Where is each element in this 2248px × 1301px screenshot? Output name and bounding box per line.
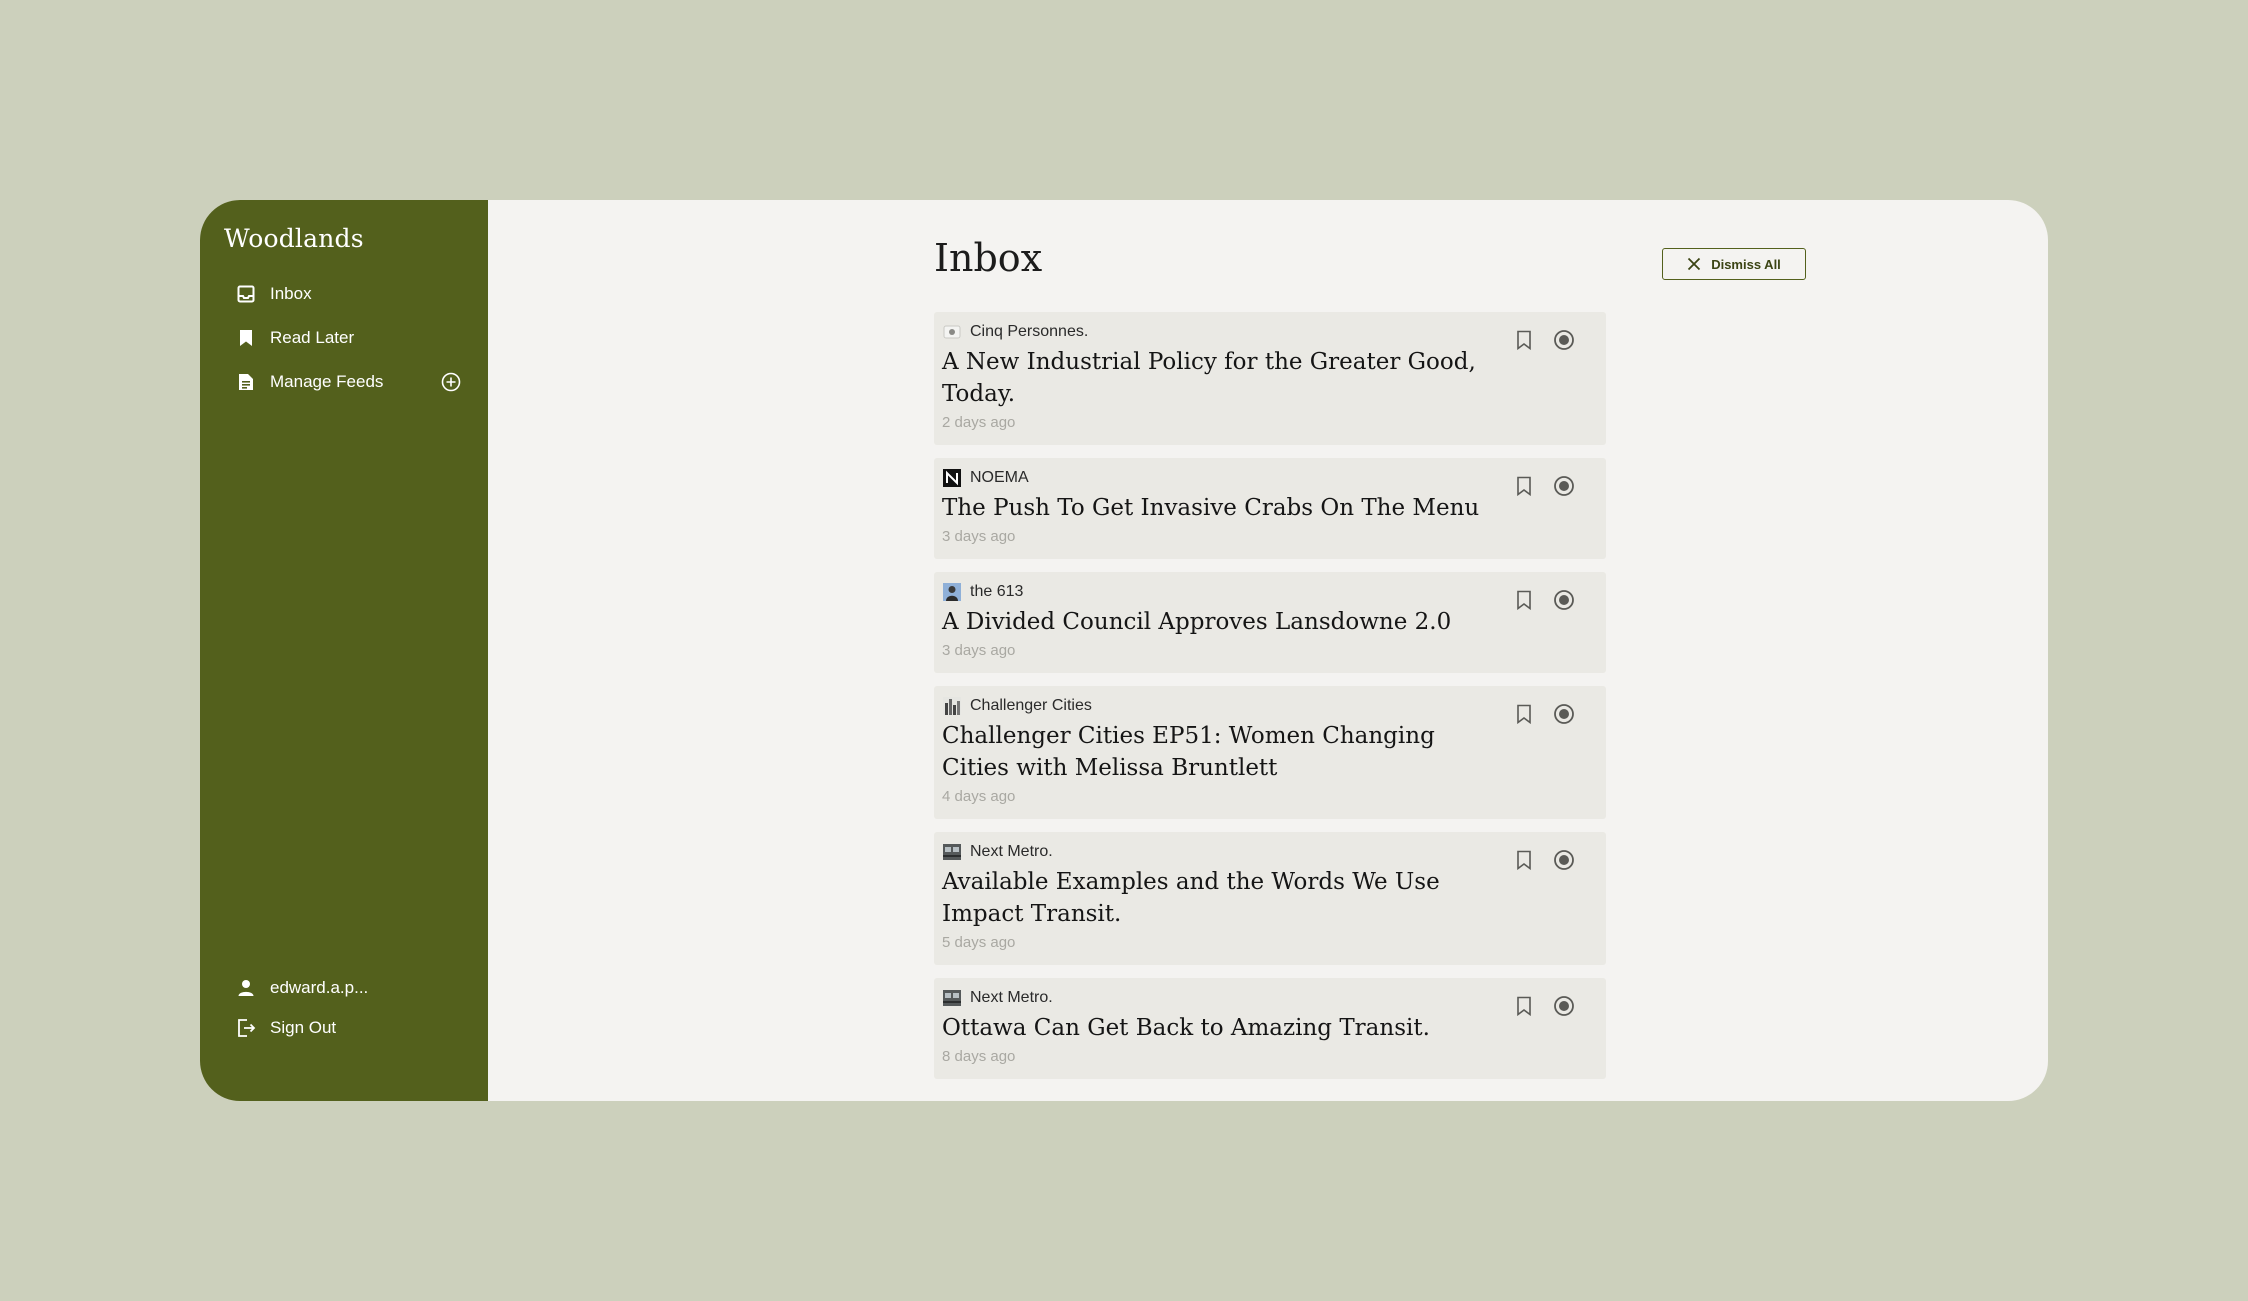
challenger-cities-favicon [942, 697, 962, 715]
mark-read-icon[interactable] [1552, 994, 1576, 1018]
feed-actions [1496, 328, 1576, 352]
page-title: Inbox [934, 236, 1043, 280]
feed-actions [1496, 848, 1576, 872]
sign-out-label: Sign Out [270, 1018, 337, 1037]
feed-title[interactable]: The Push To Get Invasive Crabs On The Me… [942, 492, 1502, 524]
feed-title[interactable]: A Divided Council Approves Lansdowne 2.0 [942, 606, 1502, 638]
document-icon [236, 372, 256, 392]
sidebar-item-label: Read Later [270, 328, 355, 347]
feed-title[interactable]: Available Examples and the Words We Use … [942, 866, 1502, 930]
cinq-personnes-favicon [942, 323, 962, 341]
sign-out-icon [236, 1018, 256, 1038]
sidebar: Woodlands Inbox Read Later Manage Feeds … [200, 200, 488, 1101]
sidebar-nav: Inbox Read Later Manage Feeds [236, 272, 462, 404]
bookmark-icon[interactable] [1512, 994, 1536, 1018]
bookmark-icon[interactable] [1512, 474, 1536, 498]
bookmark-icon[interactable] [1512, 328, 1536, 352]
bookmark-icon[interactable] [1512, 848, 1536, 872]
sidebar-item-label: Inbox [270, 284, 312, 303]
feed-list: Cinq Personnes. A New Industrial Policy … [934, 312, 1606, 1092]
bookmark-icon[interactable] [1512, 702, 1536, 726]
feed-card[interactable]: Challenger Cities Challenger Cities EP51… [934, 686, 1606, 819]
feed-card[interactable]: NOEMA The Push To Get Invasive Crabs On … [934, 458, 1606, 559]
feed-time: 8 days ago [942, 1048, 1016, 1065]
plus-circle-icon[interactable] [440, 371, 462, 393]
feed-actions [1496, 474, 1576, 498]
bookmark-icon[interactable] [1512, 588, 1536, 612]
feed-time: 2 days ago [942, 414, 1016, 431]
dismiss-all-button[interactable]: Dismiss All [1662, 248, 1806, 280]
feed-source-name: Challenger Cities [970, 697, 1092, 714]
the-613-favicon [942, 583, 962, 601]
feed-time: 4 days ago [942, 788, 1016, 805]
feed-source-name: NOEMA [970, 469, 1029, 486]
feed-time: 3 days ago [942, 642, 1016, 659]
feed-title[interactable]: Challenger Cities EP51: Women Changing C… [942, 720, 1502, 784]
mark-read-icon[interactable] [1552, 702, 1576, 726]
inbox-icon [236, 284, 256, 304]
user-icon [236, 978, 256, 998]
feed-time: 3 days ago [942, 528, 1016, 545]
feed-card[interactable]: the 613 A Divided Council Approves Lansd… [934, 572, 1606, 673]
feed-time: 5 days ago [942, 934, 1016, 951]
mark-read-icon[interactable] [1552, 474, 1576, 498]
feed-card[interactable]: Next Metro. Ottawa Can Get Back to Amazi… [934, 978, 1606, 1079]
sidebar-item-label: Manage Feeds [270, 372, 384, 391]
app-window: Woodlands Inbox Read Later Manage Feeds … [200, 200, 2048, 1101]
sidebar-item-read-later[interactable]: Read Later [236, 316, 462, 360]
feed-source-name: Next Metro. [970, 843, 1053, 860]
feed-title[interactable]: Ottawa Can Get Back to Amazing Transit. [942, 1012, 1502, 1044]
next-metro-favicon [942, 989, 962, 1007]
sign-out-button[interactable]: Sign Out [236, 1008, 462, 1048]
feed-actions [1496, 702, 1576, 726]
feed-source-name: Next Metro. [970, 989, 1053, 1006]
feed-title[interactable]: A New Industrial Policy for the Greater … [942, 346, 1502, 410]
close-icon [1687, 257, 1701, 271]
sidebar-item-inbox[interactable]: Inbox [236, 272, 462, 316]
feed-card[interactable]: Next Metro. Available Examples and the W… [934, 832, 1606, 965]
noema-favicon [942, 469, 962, 487]
brand-title: Woodlands [224, 224, 364, 253]
feed-actions [1496, 994, 1576, 1018]
feed-source-name: Cinq Personnes. [970, 323, 1089, 340]
next-metro-favicon [942, 843, 962, 861]
bookmark-icon [236, 328, 256, 348]
desktop-background: Woodlands Inbox Read Later Manage Feeds … [0, 0, 2248, 1301]
user-account[interactable]: edward.a.p... [236, 968, 462, 1008]
mark-read-icon[interactable] [1552, 588, 1576, 612]
feed-card[interactable]: Cinq Personnes. A New Industrial Policy … [934, 312, 1606, 445]
mark-read-icon[interactable] [1552, 328, 1576, 352]
sidebar-footer: edward.a.p... Sign Out [236, 968, 462, 1048]
feed-actions [1496, 588, 1576, 612]
sidebar-item-manage-feeds[interactable]: Manage Feeds [236, 360, 462, 404]
mark-read-icon[interactable] [1552, 848, 1576, 872]
user-label: edward.a.p... [270, 978, 369, 997]
dismiss-all-label: Dismiss All [1711, 256, 1781, 272]
feed-source-name: the 613 [970, 583, 1024, 600]
main-content: Inbox Dismiss All Cinq Personnes. A New … [488, 200, 2048, 1101]
